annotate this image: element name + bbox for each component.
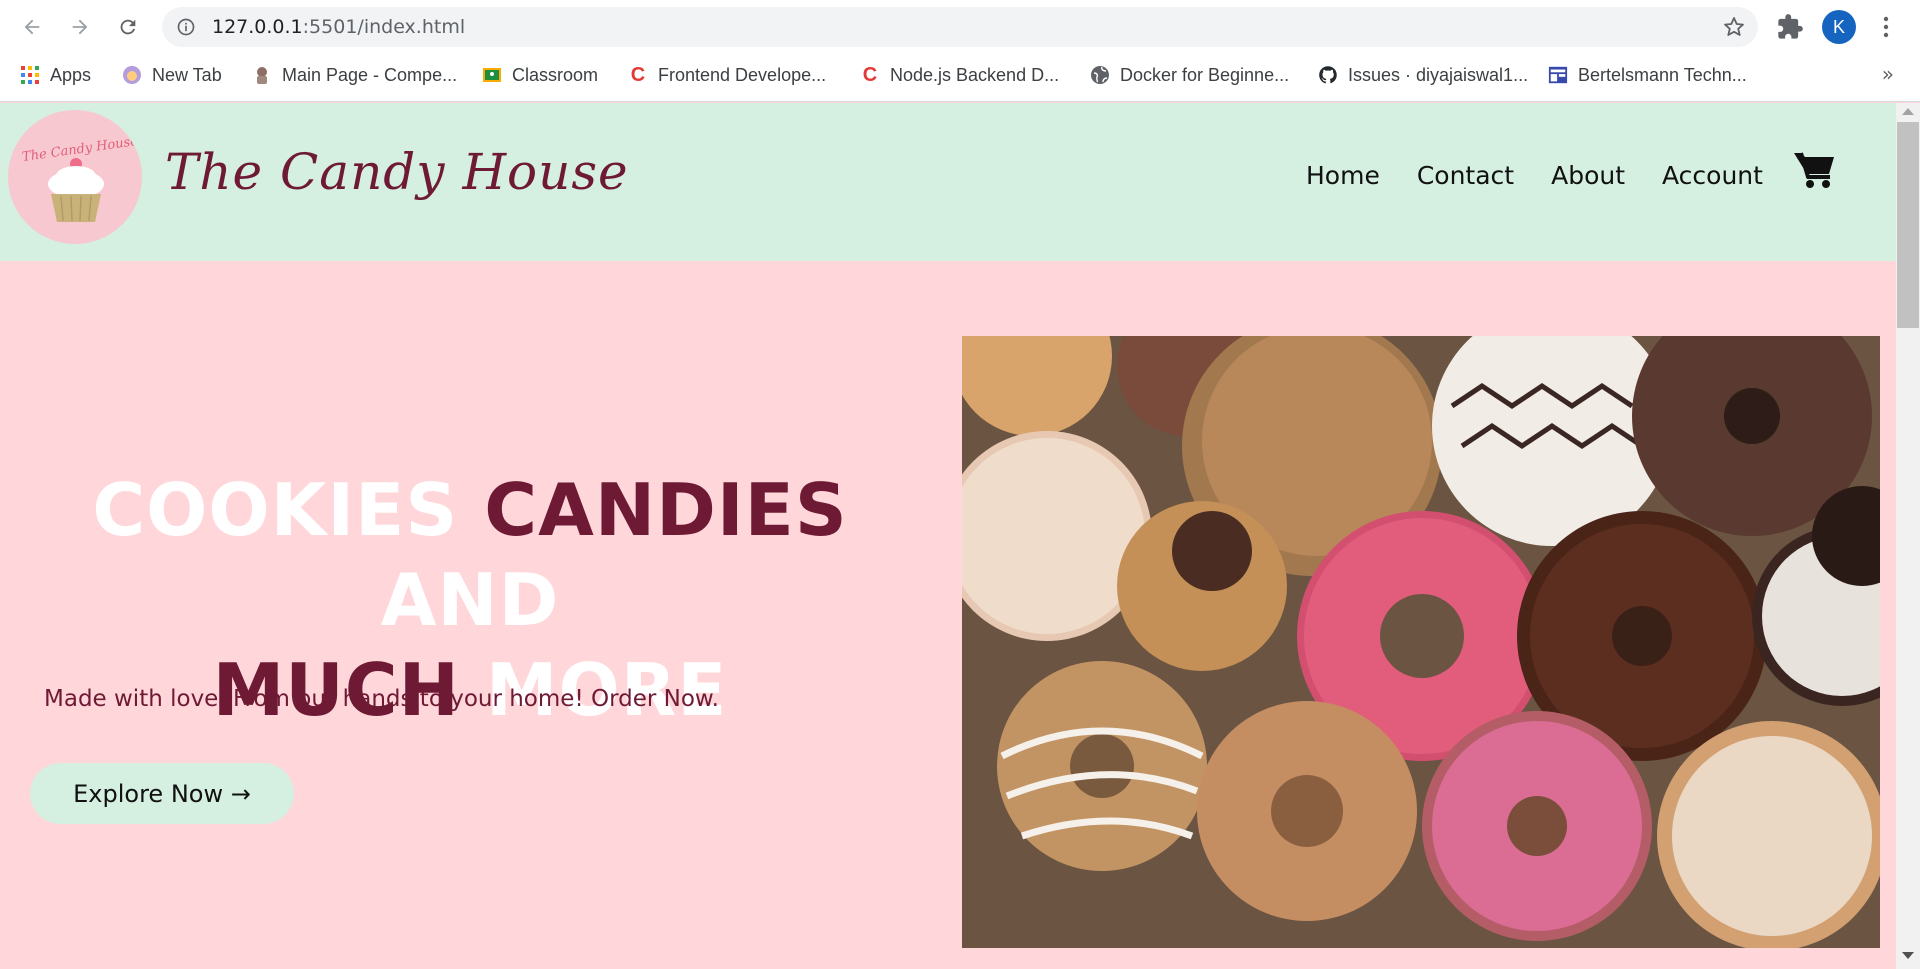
url-host: 127.0.0.1 xyxy=(212,16,303,38)
bookmark-label: Docker for Beginne... xyxy=(1120,64,1290,85)
url-text: 127.0.0.1:5501/index.html xyxy=(212,17,465,37)
nav-home[interactable]: Home xyxy=(1306,161,1380,190)
bookmark-label: Bertelsmann Techn... xyxy=(1578,64,1747,85)
hero-word-and: AND xyxy=(380,558,560,642)
back-arrow-icon xyxy=(24,19,40,35)
nodejs-c-icon: C xyxy=(862,63,878,86)
extensions-puzzle-icon[interactable] xyxy=(1776,13,1804,41)
bookmark-label: New Tab xyxy=(152,64,222,85)
bookmark-classroom[interactable]: Classroom xyxy=(482,62,598,88)
reload-button[interactable] xyxy=(112,11,144,43)
bookmark-issues[interactable]: Issues · diyajaiswal1... xyxy=(1318,62,1528,88)
forward-arrow-icon xyxy=(72,19,88,35)
web-page: The Candy House The Candy House Home Con… xyxy=(0,103,1896,969)
globe-icon xyxy=(1090,65,1110,85)
bookmark-label: Main Page - Compe... xyxy=(282,64,458,85)
more-bookmarks-chevron-icon[interactable]: » xyxy=(1882,62,1894,86)
nav-account[interactable]: Account xyxy=(1662,161,1763,190)
brand-name[interactable]: The Candy House xyxy=(165,143,629,201)
bookmark-docker[interactable]: Docker for Beginne... xyxy=(1090,62,1289,88)
bookmark-frontend[interactable]: C Frontend Develope... xyxy=(628,62,826,88)
cart-icon[interactable] xyxy=(1792,149,1836,189)
github-icon xyxy=(1318,65,1338,85)
main-page-icon xyxy=(252,65,272,85)
bookmarks-bar: Apps New Tab Main Page - Compe... Classr… xyxy=(0,58,1920,92)
back-button[interactable] xyxy=(16,11,48,43)
site-logo[interactable]: The Candy House xyxy=(8,110,142,244)
bookmark-label: Classroom xyxy=(512,64,599,85)
scroll-down-arrow-icon[interactable] xyxy=(1902,952,1914,959)
frontend-c-icon: C xyxy=(630,63,646,86)
apps-grid-icon xyxy=(20,65,40,85)
browser-chrome: 127.0.0.1:5501/index.html K Apps New Tab… xyxy=(0,0,1920,102)
hero-subtitle: Made with love. From our hands to your h… xyxy=(44,686,719,712)
scrollbar-thumb[interactable] xyxy=(1897,122,1919,328)
hero-word-cookies: COOKIES xyxy=(92,468,459,552)
site-info-icon[interactable] xyxy=(176,17,196,37)
forward-button[interactable] xyxy=(64,11,96,43)
classroom-icon xyxy=(482,65,502,85)
bookmark-apps[interactable]: Apps xyxy=(20,62,91,88)
site-nav: Home Contact About Account xyxy=(1306,161,1800,190)
bookmark-label: Issues · diyajaiswal1... xyxy=(1348,64,1529,85)
bookmark-star-icon[interactable] xyxy=(1722,15,1746,39)
reload-icon xyxy=(120,19,136,35)
profile-avatar[interactable]: K xyxy=(1822,10,1856,44)
browser-toolbar: 127.0.0.1:5501/index.html K xyxy=(0,0,1920,54)
hero-word-candies: CANDIES xyxy=(484,468,848,552)
bookmark-new-tab[interactable]: New Tab xyxy=(122,62,222,88)
bookmark-nodejs[interactable]: C Node.js Backend D... xyxy=(860,62,1059,88)
bookmark-bertelsmann[interactable]: Bertelsmann Techn... xyxy=(1548,62,1747,88)
nav-contact[interactable]: Contact xyxy=(1417,161,1514,190)
new-tab-icon xyxy=(122,65,142,85)
explore-now-button[interactable]: Explore Now → xyxy=(30,763,294,824)
bookmark-label: Node.js Backend D... xyxy=(890,64,1060,85)
cupcake-icon xyxy=(48,158,104,222)
scroll-up-arrow-icon[interactable] xyxy=(1902,108,1914,115)
nav-about[interactable]: About xyxy=(1551,161,1625,190)
site-header: The Candy House The Candy House Home Con… xyxy=(0,103,1896,261)
bertelsmann-icon xyxy=(1548,65,1568,85)
bookmark-main-page[interactable]: Main Page - Compe... xyxy=(252,62,457,88)
url-path: :5501/index.html xyxy=(302,16,466,38)
bookmark-label: Frontend Develope... xyxy=(658,64,827,85)
donuts-photo xyxy=(962,336,1880,948)
bookmark-label: Apps xyxy=(50,64,92,85)
address-bar[interactable]: 127.0.0.1:5501/index.html xyxy=(162,7,1758,47)
kebab-menu-icon[interactable] xyxy=(1874,13,1898,41)
